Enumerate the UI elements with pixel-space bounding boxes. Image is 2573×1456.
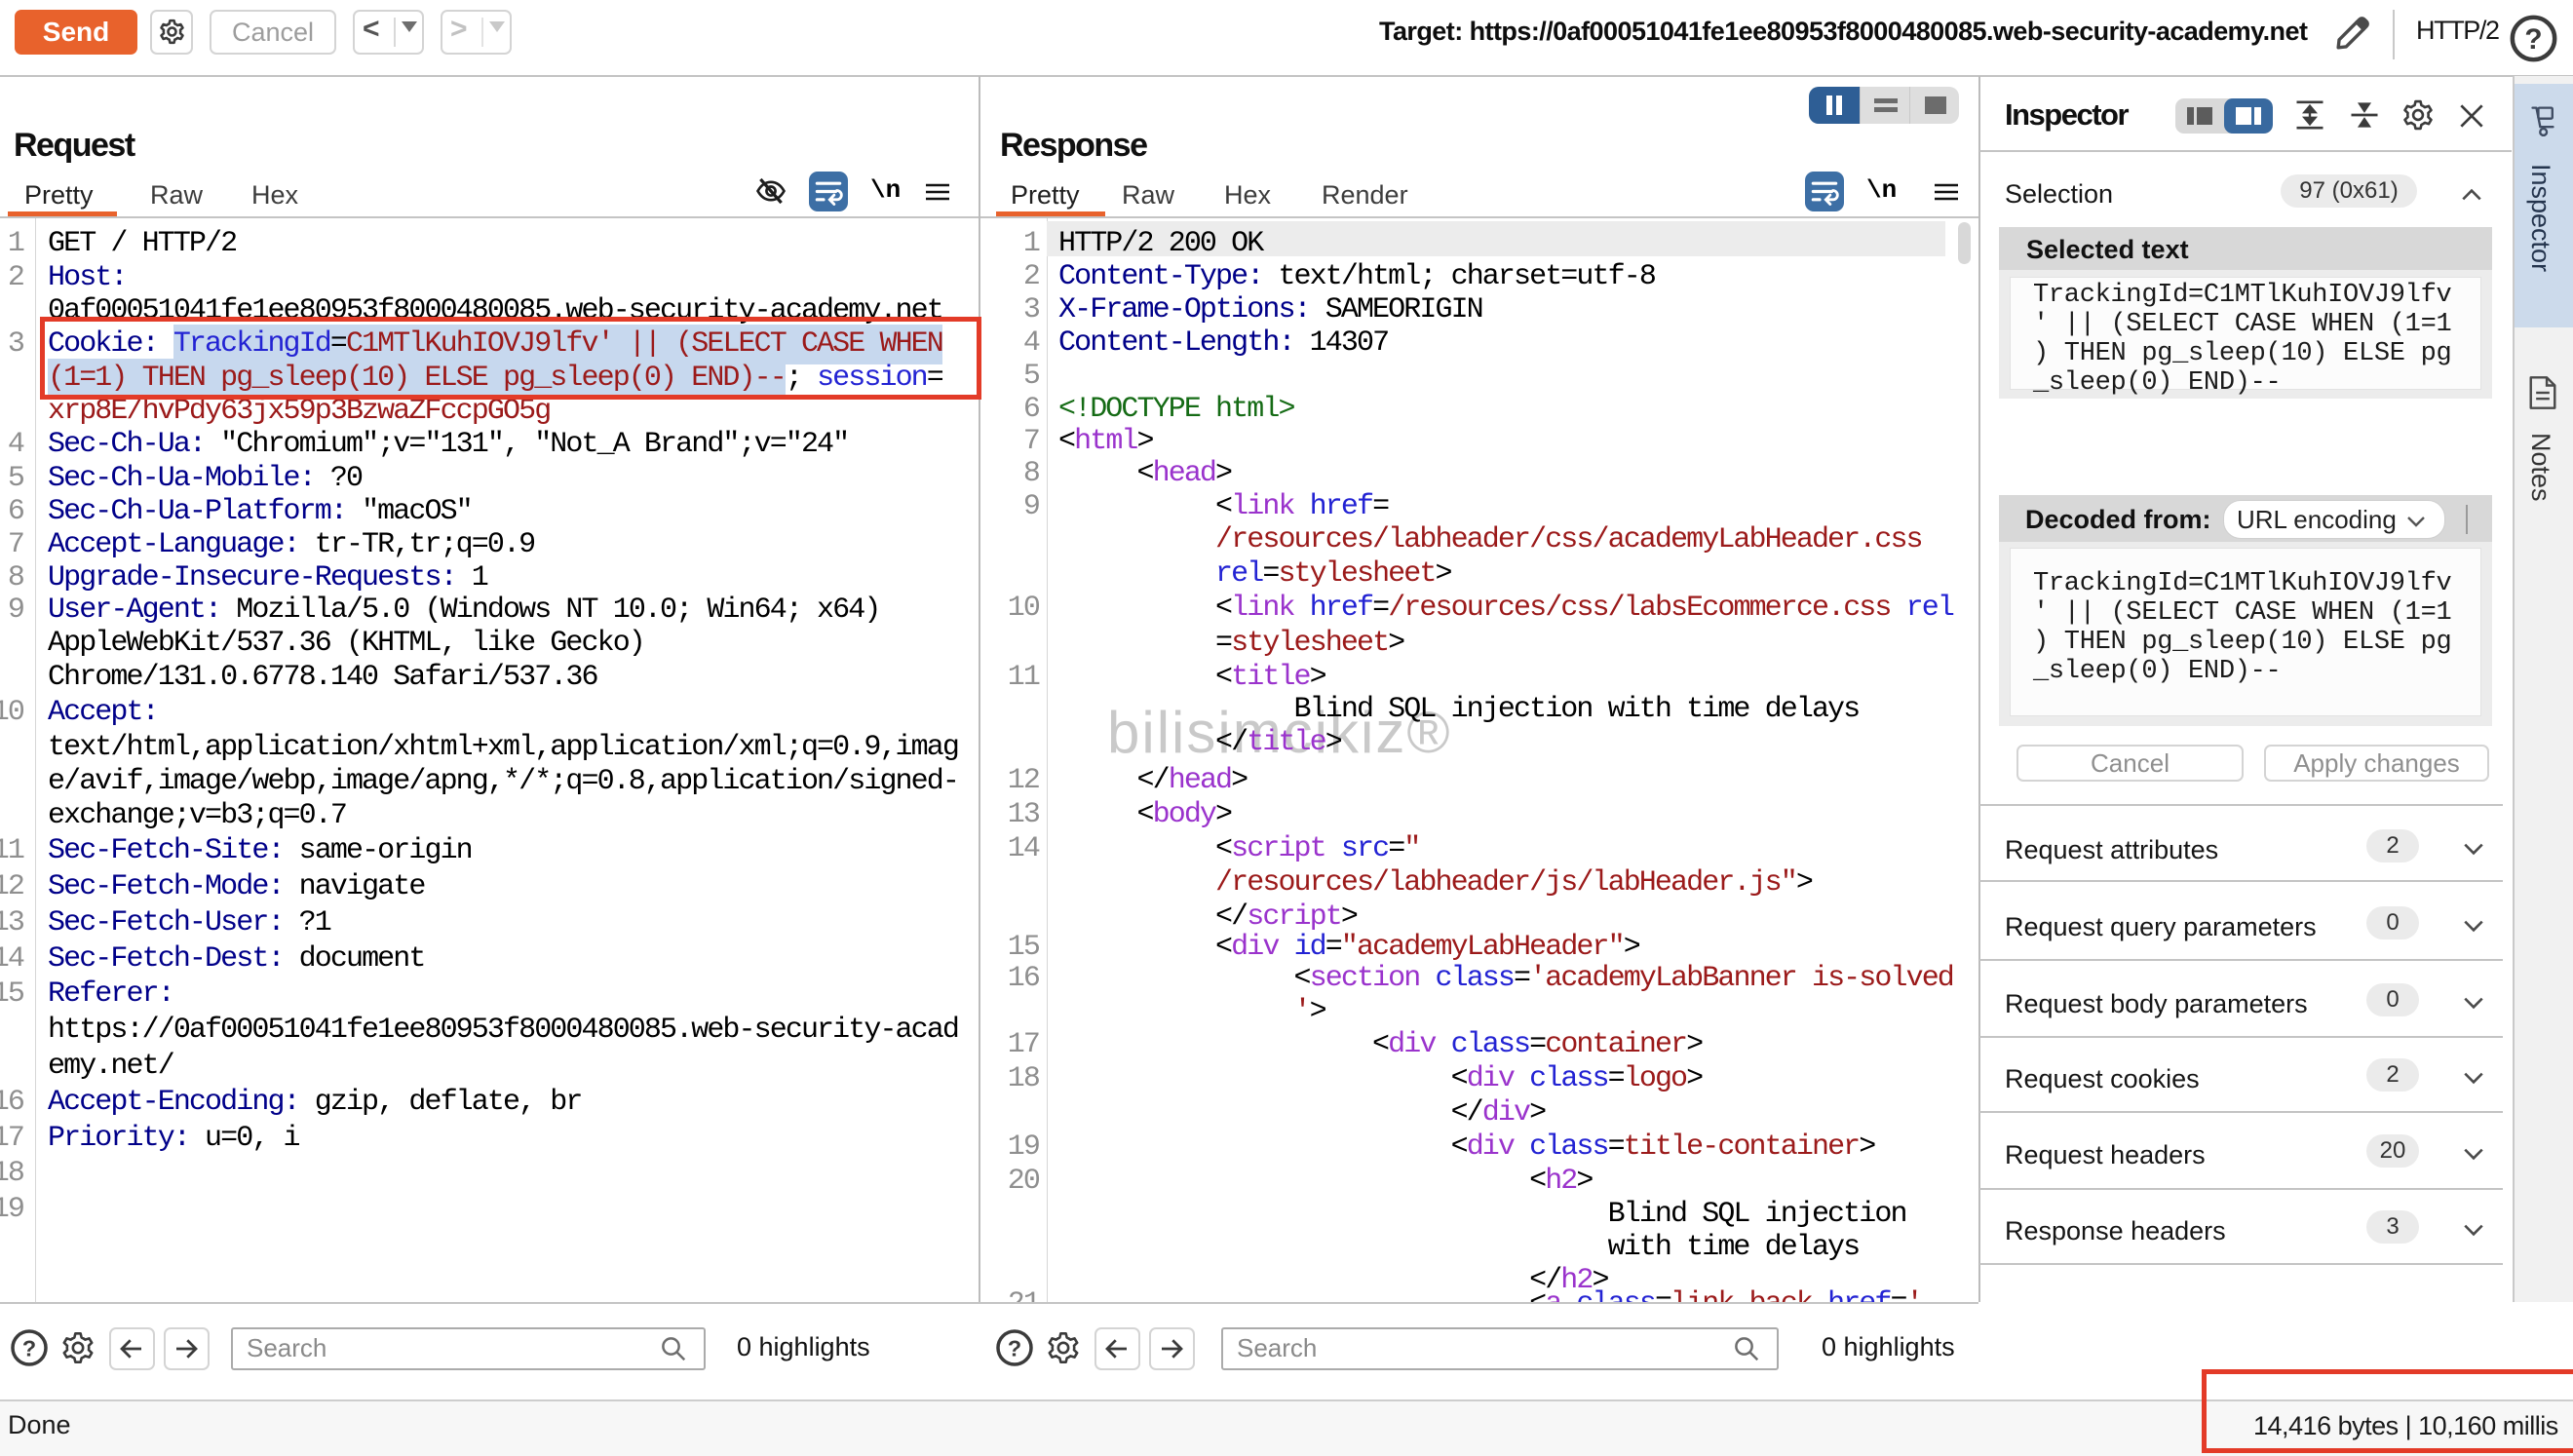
svg-text:?: ? [2524, 23, 2542, 56]
svg-text:?: ? [22, 1335, 36, 1360]
svg-text:?: ? [1008, 1335, 1021, 1360]
